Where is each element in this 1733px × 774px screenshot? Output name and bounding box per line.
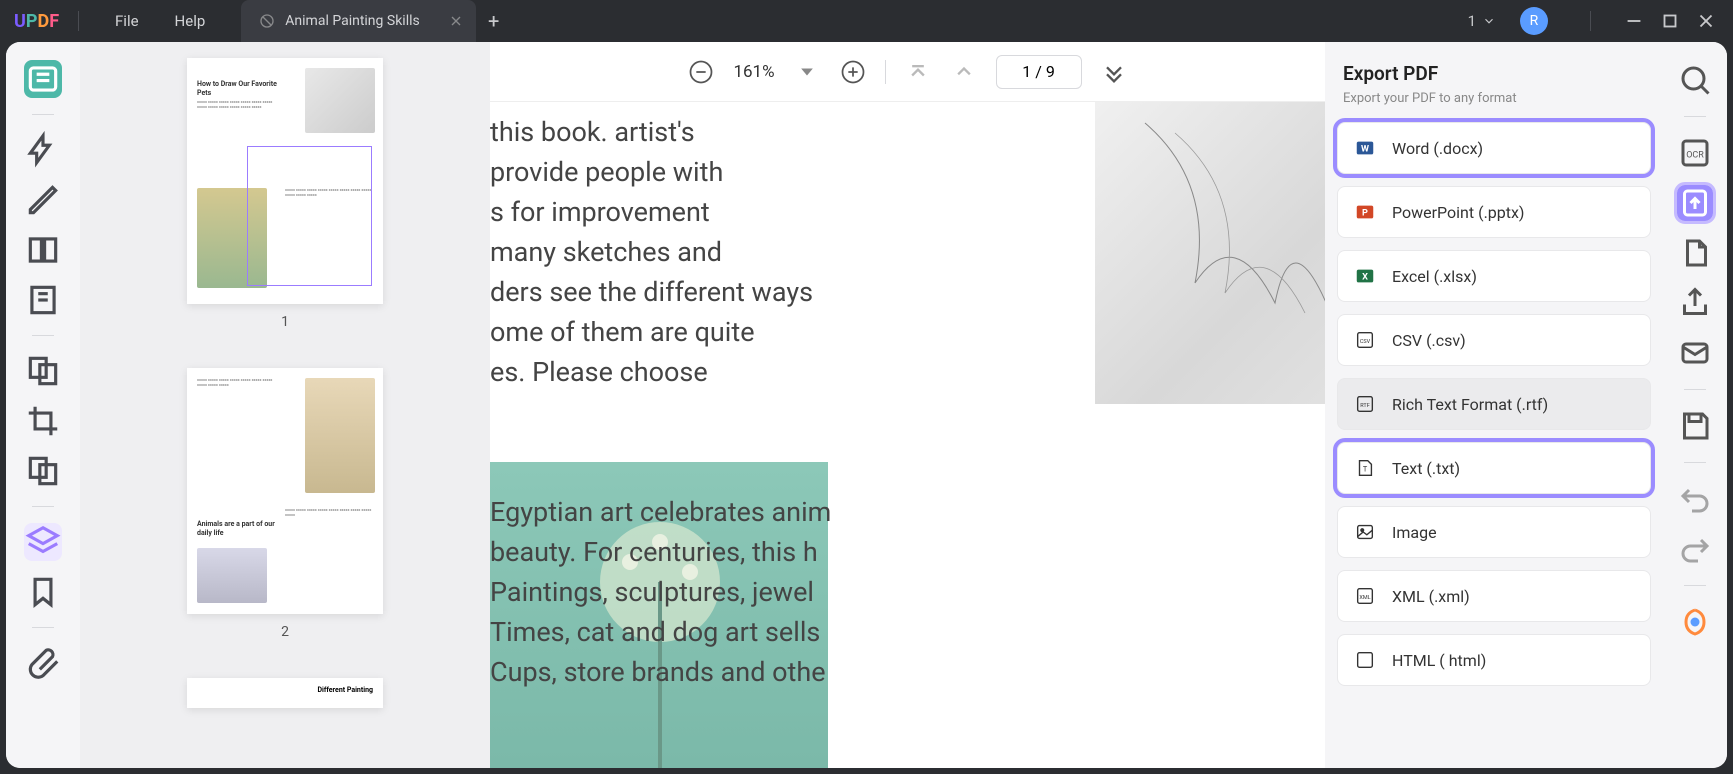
svg-text:X: X xyxy=(1362,273,1368,283)
attachment-button[interactable] xyxy=(24,644,62,682)
view-toolbar: 161% xyxy=(490,42,1325,102)
word-icon: W xyxy=(1354,137,1376,159)
zoom-in-button[interactable] xyxy=(839,58,867,86)
export-xml-option[interactable]: XML XML (.xml) xyxy=(1337,570,1651,622)
export-subtitle: Export your PDF to any format xyxy=(1337,91,1651,106)
document-view: 161% this book. artist's provide people … xyxy=(490,42,1325,768)
xml-icon: XML xyxy=(1354,585,1376,607)
ocr-button[interactable]: OCR xyxy=(1677,135,1713,171)
reader-mode-button[interactable] xyxy=(24,60,62,98)
redact-tool-button[interactable] xyxy=(24,452,62,490)
export-title: Export PDF xyxy=(1337,62,1651,85)
page-thumbnail-3[interactable]: Different Painting xyxy=(187,678,383,708)
page-dropdown-button[interactable] xyxy=(1100,58,1128,86)
page-thumbnail-1[interactable]: How to Draw Our Favorite Pets xxxxx xxxx… xyxy=(187,58,383,304)
svg-text:P: P xyxy=(1362,209,1368,219)
layers-button[interactable] xyxy=(24,523,62,561)
svg-text:CSV: CSV xyxy=(1360,339,1371,345)
zoom-dropdown-button[interactable] xyxy=(793,58,821,86)
export-image-option[interactable]: Image xyxy=(1337,506,1651,558)
comment-tool-button[interactable] xyxy=(24,131,62,169)
svg-text:W: W xyxy=(1361,145,1369,155)
document-content[interactable]: this book. artist's provide people with … xyxy=(490,102,1325,768)
zoom-out-button[interactable] xyxy=(687,58,715,86)
thumbnail-panel: How to Draw Our Favorite Pets xxxxx xxxx… xyxy=(80,42,490,768)
export-panel: Export PDF Export your PDF to any format… xyxy=(1325,42,1663,768)
document-tab[interactable]: Animal Painting Skills xyxy=(241,0,475,42)
svg-text:T: T xyxy=(1363,465,1368,474)
close-tab-icon[interactable] xyxy=(448,13,464,29)
convert-button[interactable] xyxy=(1677,235,1713,271)
page-layout-button[interactable] xyxy=(24,231,62,269)
html-icon xyxy=(1354,649,1376,671)
thumb-number: 1 xyxy=(281,314,289,330)
user-avatar[interactable]: R xyxy=(1520,7,1548,35)
maximize-button[interactable] xyxy=(1659,10,1681,32)
edit-tool-button[interactable] xyxy=(24,181,62,219)
export-csv-option[interactable]: CSV CSV (.csv) xyxy=(1337,314,1651,366)
rtf-icon: RTF xyxy=(1354,393,1376,415)
export-rtf-option[interactable]: RTF Rich Text Format (.rtf) xyxy=(1337,378,1651,430)
minimize-button[interactable] xyxy=(1623,10,1645,32)
form-tool-button[interactable] xyxy=(24,281,62,319)
app-logo: UPDF xyxy=(0,11,60,32)
file-menu[interactable]: File xyxy=(97,12,157,30)
crop-tool-button[interactable] xyxy=(24,402,62,440)
organize-pages-button[interactable] xyxy=(24,352,62,390)
tab-icon xyxy=(259,13,275,29)
new-tab-button[interactable]: + xyxy=(476,9,512,33)
excel-icon: X xyxy=(1354,265,1376,287)
powerpoint-icon: P xyxy=(1354,201,1376,223)
page-input[interactable] xyxy=(996,55,1082,89)
document-image-1 xyxy=(1095,102,1325,404)
save-button[interactable] xyxy=(1677,408,1713,444)
right-toolbar: OCR xyxy=(1663,42,1727,768)
tab-title: Animal Painting Skills xyxy=(285,13,419,29)
svg-text:XML: XML xyxy=(1359,595,1370,601)
search-button[interactable] xyxy=(1677,62,1713,98)
close-window-button[interactable] xyxy=(1695,10,1717,32)
image-icon xyxy=(1354,521,1376,543)
export-html-option[interactable]: HTML ( html) xyxy=(1337,634,1651,686)
export-button[interactable] xyxy=(1677,185,1713,221)
first-page-button[interactable] xyxy=(904,58,932,86)
divider xyxy=(1590,11,1591,31)
share-button[interactable] xyxy=(1677,285,1713,321)
text-icon: T xyxy=(1354,457,1376,479)
export-txt-option[interactable]: T Text (.txt) xyxy=(1337,442,1651,494)
workspace-badge[interactable]: 1 xyxy=(1468,12,1496,30)
bookmark-button[interactable] xyxy=(24,573,62,611)
thumb-number: 2 xyxy=(281,624,289,640)
export-word-option[interactable]: W Word (.docx) xyxy=(1337,122,1651,174)
left-toolbar xyxy=(6,42,80,768)
svg-text:RTF: RTF xyxy=(1360,403,1370,409)
undo-button[interactable] xyxy=(1677,481,1713,517)
ai-button[interactable] xyxy=(1677,604,1713,640)
csv-icon: CSV xyxy=(1354,329,1376,351)
prev-page-button[interactable] xyxy=(950,58,978,86)
export-excel-option[interactable]: X Excel (.xlsx) xyxy=(1337,250,1651,302)
divider xyxy=(78,11,79,31)
help-menu[interactable]: Help xyxy=(157,12,224,30)
page-thumbnail-2[interactable]: xxxxx xxxxx xxxxx xxxxx xxxxx xxxxx xxxx… xyxy=(187,368,383,614)
zoom-level: 161% xyxy=(733,62,774,82)
export-ppt-option[interactable]: P PowerPoint (.pptx) xyxy=(1337,186,1651,238)
svg-text:OCR: OCR xyxy=(1686,151,1704,161)
redo-button[interactable] xyxy=(1677,531,1713,567)
email-button[interactable] xyxy=(1677,335,1713,371)
